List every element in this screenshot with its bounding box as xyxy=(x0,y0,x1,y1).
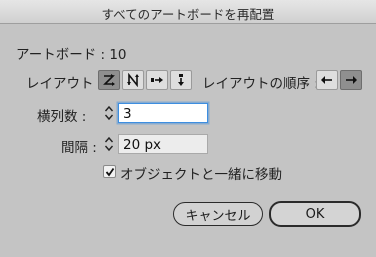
checkmark-icon xyxy=(105,167,114,176)
stepper-arrows-icon xyxy=(104,136,114,152)
move-artwork-checkbox[interactable] xyxy=(103,165,116,178)
arrange-by-column-icon xyxy=(178,74,184,86)
spacing-label: 間隔 : xyxy=(61,140,97,156)
grid-by-row-icon xyxy=(103,74,115,86)
layout-grid-by-row-button[interactable] xyxy=(98,70,120,90)
move-artwork-label: オブジェクトと一緒に移動 xyxy=(120,167,282,183)
artboard-count-label: アートボード : 10 xyxy=(16,47,127,63)
grid-by-column-icon xyxy=(127,73,139,87)
arrange-by-row-icon xyxy=(151,77,163,83)
ok-button[interactable]: OK xyxy=(269,201,361,227)
cancel-button[interactable]: キャンセル xyxy=(173,202,263,226)
layout-label: レイアウト : xyxy=(26,76,103,92)
arrow-right-icon xyxy=(346,76,357,84)
title-bar: すべてのアートボードを再配置 xyxy=(0,0,376,24)
order-left-to-right-button[interactable] xyxy=(316,70,338,90)
arrow-left-icon xyxy=(321,76,332,84)
stepper-arrows-icon xyxy=(104,105,114,121)
layout-arrange-by-column-button[interactable] xyxy=(170,70,192,90)
columns-label: 横列数 : xyxy=(37,109,87,125)
spacing-stepper[interactable] xyxy=(102,134,116,154)
columns-stepper[interactable] xyxy=(102,103,116,123)
layout-grid-by-column-button[interactable] xyxy=(122,70,144,90)
layout-options xyxy=(98,70,192,90)
layout-order-label: レイアウトの順序 : xyxy=(202,76,319,92)
order-right-to-left-button[interactable] xyxy=(340,70,362,90)
window-title: すべてのアートボードを再配置 xyxy=(101,7,275,22)
columns-input[interactable]: 3 xyxy=(118,103,208,123)
layout-arrange-by-row-button[interactable] xyxy=(146,70,168,90)
spacing-input[interactable]: 20 px xyxy=(118,134,208,154)
layout-order-options xyxy=(316,70,362,90)
